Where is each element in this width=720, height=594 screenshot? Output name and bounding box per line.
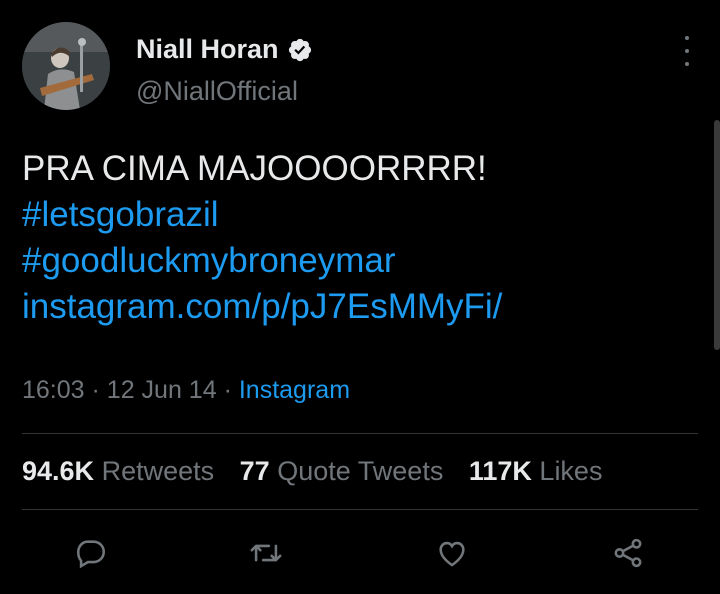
retweets-label: Retweets [101, 456, 215, 486]
scrollbar[interactable] [714, 120, 720, 350]
meta-separator: · [91, 376, 100, 404]
quotes-count: 77 [239, 456, 270, 486]
likes-label: Likes [539, 456, 603, 486]
retweet-icon[interactable] [249, 536, 285, 572]
tweet-stats: 94.6K Retweets 77 Quote Tweets 117K Like… [22, 456, 620, 487]
retweets-stat[interactable]: 94.6K Retweets [22, 456, 222, 486]
tweet-source-link[interactable]: Instagram [239, 376, 350, 404]
tweet-text-line: PRA CIMA MAJOOOORRRR! [22, 149, 487, 188]
hashtag-link-goodluckmybroneymar[interactable]: #goodluckmybroneymar [22, 238, 702, 284]
avatar-image [22, 22, 110, 110]
share-icon[interactable] [611, 536, 647, 572]
name-row: Niall Horan [136, 34, 313, 65]
verified-badge-icon [288, 38, 311, 61]
instagram-url-link[interactable]: instagram.com/p/pJ7EsMMyFi/ [22, 284, 702, 330]
hashtag-link-letsgobrazil[interactable]: #letsgobrazil [22, 192, 702, 238]
tweet-header: Niall Horan @NiallOfficial [22, 22, 698, 112]
reply-icon[interactable] [74, 536, 110, 572]
quote-tweets-stat[interactable]: 77 Quote Tweets [240, 456, 451, 486]
divider [22, 509, 698, 510]
tweet-text: PRA CIMA MAJOOOORRRR! #letsgobrazil #goo… [22, 146, 702, 330]
quotes-label: Quote Tweets [277, 456, 444, 486]
display-name[interactable]: Niall Horan [136, 34, 279, 65]
retweets-count: 94.6K [22, 456, 95, 486]
like-icon[interactable] [435, 536, 471, 572]
tweet-actions [0, 536, 720, 576]
tweet-date[interactable]: 12 Jun 14 [107, 376, 217, 404]
divider [22, 433, 698, 434]
tweet-time[interactable]: 16:03 [22, 376, 85, 404]
likes-count: 117K [468, 456, 532, 486]
avatar[interactable] [22, 22, 110, 110]
meta-separator: · [223, 376, 232, 404]
more-options-icon[interactable] [682, 36, 692, 66]
author-handle[interactable]: @NiallOfficial [136, 76, 298, 107]
likes-stat[interactable]: 117K Likes [469, 456, 603, 486]
tweet-meta: 16:03 · 12 Jun 14 · Instagram [22, 376, 350, 405]
